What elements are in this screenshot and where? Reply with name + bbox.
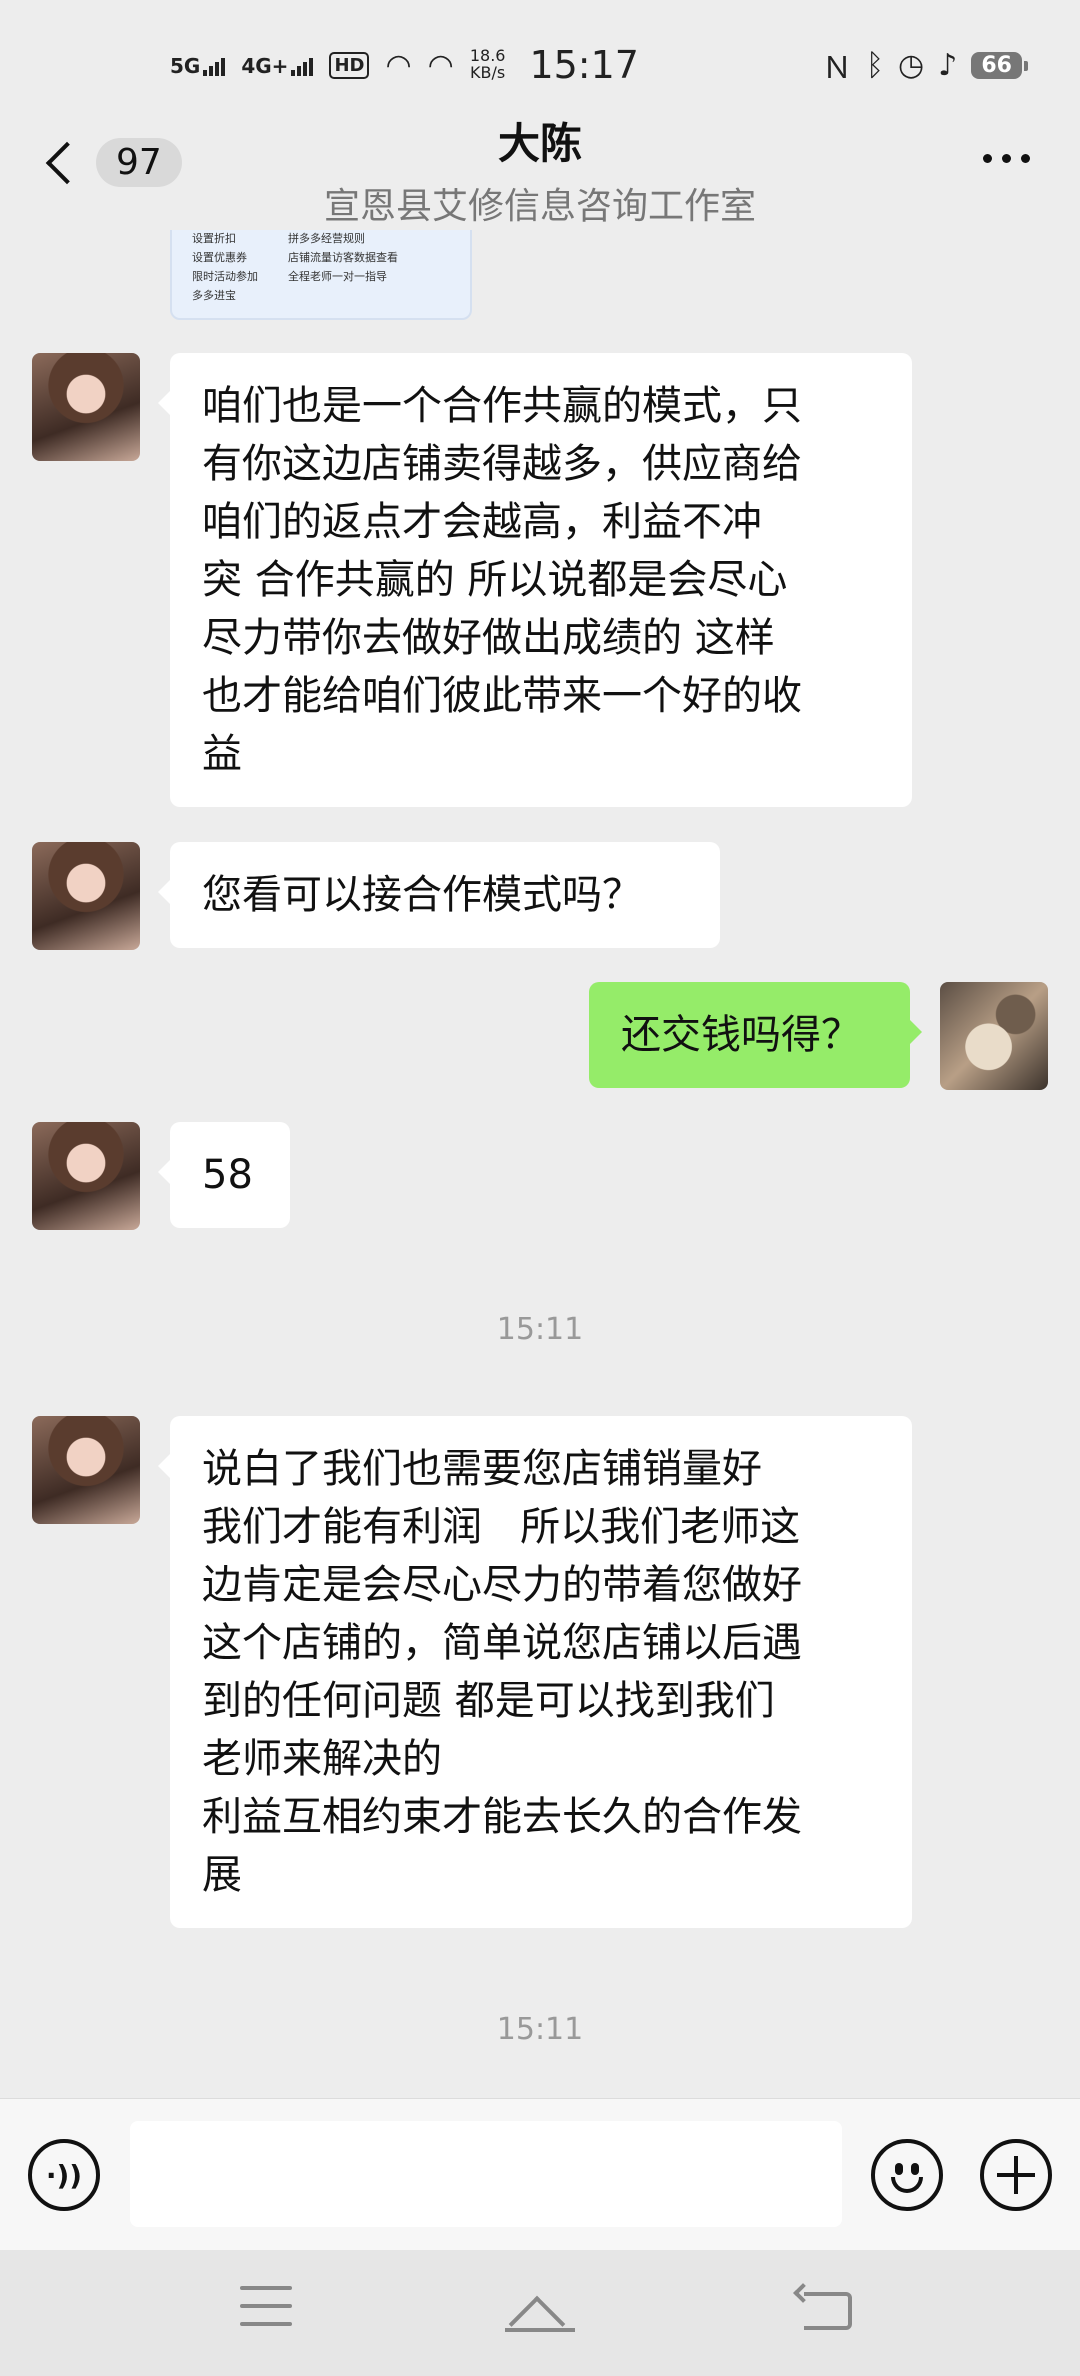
chat-subtitle: 宣恩县艾修信息咨询工作室 [323, 186, 756, 227]
network-speed: 18.6 KB/s [470, 47, 506, 82]
message-bubble-sent[interactable]: 还交钱吗得？ [589, 982, 922, 1088]
nfc-icon: Ｎ [822, 51, 853, 86]
message-bubble-received[interactable]: 说白了我们也需要您店铺销量好 我们才能有利润 所以我们老师这 边肯定是会尽心尽力… [158, 1416, 912, 1928]
more-options-button[interactable] [983, 154, 1030, 163]
network-type-label: 4G+ [241, 54, 289, 78]
more-dot-icon [983, 154, 992, 163]
chat-header: 97 大陈 宣恩县艾修信息咨询工作室 [0, 100, 1080, 230]
voice-button[interactable]: ·)) [28, 2139, 100, 2211]
avatar-other[interactable] [32, 1122, 140, 1230]
image-line: 限时活动参加 [192, 270, 258, 283]
avatar-other[interactable] [32, 353, 140, 461]
message-timestamp: 15:11 [496, 1312, 584, 1347]
status-right: Ｎ ᛒ ◷ ♪ 66 [822, 43, 1028, 87]
system-nav-bar [0, 2250, 1080, 2376]
image-line: 拼多多经营规则 [288, 232, 365, 245]
message-input[interactable] [130, 2121, 842, 2227]
image-line: 店铺流量访客数据查看 [288, 251, 398, 264]
avatar-self[interactable] [940, 982, 1048, 1090]
message-bubble-received[interactable]: 咱们也是一个合作共赢的模式，只 有你这边店铺卖得越多，供应商给 咱们的返点才会越… [158, 353, 912, 807]
signal-bars-icon [203, 54, 226, 76]
status-time: 15:17 [529, 43, 639, 87]
hotspot-icon: ◠ [427, 47, 454, 83]
plus-icon [1014, 2156, 1018, 2194]
signal-4g: 4G+ [241, 54, 314, 78]
chat-messages[interactable]: 设置折扣 设置优惠券 限时活动参加 多多进宝 拼多多经营规则 店铺流量访客数据查… [0, 230, 1080, 2098]
image-column-left: 设置折扣 设置优惠券 限时活动参加 多多进宝 [192, 230, 258, 306]
voice-icon: ·)) [45, 2158, 83, 2192]
recent-apps-button[interactable] [240, 2286, 300, 2342]
signal-5g: 5G [170, 54, 226, 78]
back-arrow-icon [804, 2292, 852, 2330]
home-button[interactable] [505, 2286, 575, 2353]
chat-input-bar: ·)) [0, 2098, 1080, 2250]
battery-icon: 66 [971, 51, 1028, 79]
emoji-icon [875, 2143, 939, 2207]
alarm-icon: ◷ [898, 47, 925, 83]
more-actions-button[interactable] [980, 2139, 1052, 2211]
bluetooth-icon: ᛒ [866, 47, 885, 83]
wifi-icon: ◠ [385, 47, 412, 83]
message-timestamp: 15:11 [496, 2012, 584, 2047]
menu-icon [240, 2286, 292, 2290]
image-message[interactable]: 设置折扣 设置优惠券 限时活动参加 多多进宝 拼多多经营规则 店铺流量访客数据查… [170, 230, 472, 320]
mute-icon: ♪ [938, 47, 958, 83]
image-line: 设置折扣 [192, 232, 236, 245]
avatar-other[interactable] [32, 842, 140, 950]
title-block: 大陈 宣恩县艾修信息咨询工作室 [0, 110, 1080, 229]
image-column-right: 拼多多经营规则 店铺流量访客数据查看 全程老师一对一指导 [288, 230, 398, 306]
more-dot-icon [1002, 154, 1011, 163]
signal-bars-icon [291, 54, 314, 76]
more-dot-icon [1021, 154, 1030, 163]
image-content: 设置折扣 设置优惠券 限时活动参加 多多进宝 拼多多经营规则 店铺流量访客数据查… [172, 230, 470, 306]
message-bubble-received[interactable]: 您看可以接合作模式吗？ [158, 842, 720, 948]
home-icon [508, 2295, 566, 2353]
status-left: 5G 4G+ HD ◠ ◠ 18.6 KB/s 15:17 [170, 43, 639, 87]
image-line: 全程老师一对一指导 [288, 270, 387, 283]
image-line: 多多进宝 [192, 289, 236, 302]
speed-unit: KB/s [470, 63, 506, 82]
hd-icon: HD [329, 51, 370, 79]
avatar-other[interactable] [32, 1416, 140, 1524]
emoji-button[interactable] [871, 2139, 943, 2211]
system-back-button[interactable] [793, 2283, 856, 2342]
network-type-label: 5G [170, 54, 201, 78]
image-line: 设置优惠券 [192, 251, 247, 264]
message-bubble-received[interactable]: 58 [158, 1122, 290, 1228]
chat-title: 大陈 [497, 119, 582, 168]
